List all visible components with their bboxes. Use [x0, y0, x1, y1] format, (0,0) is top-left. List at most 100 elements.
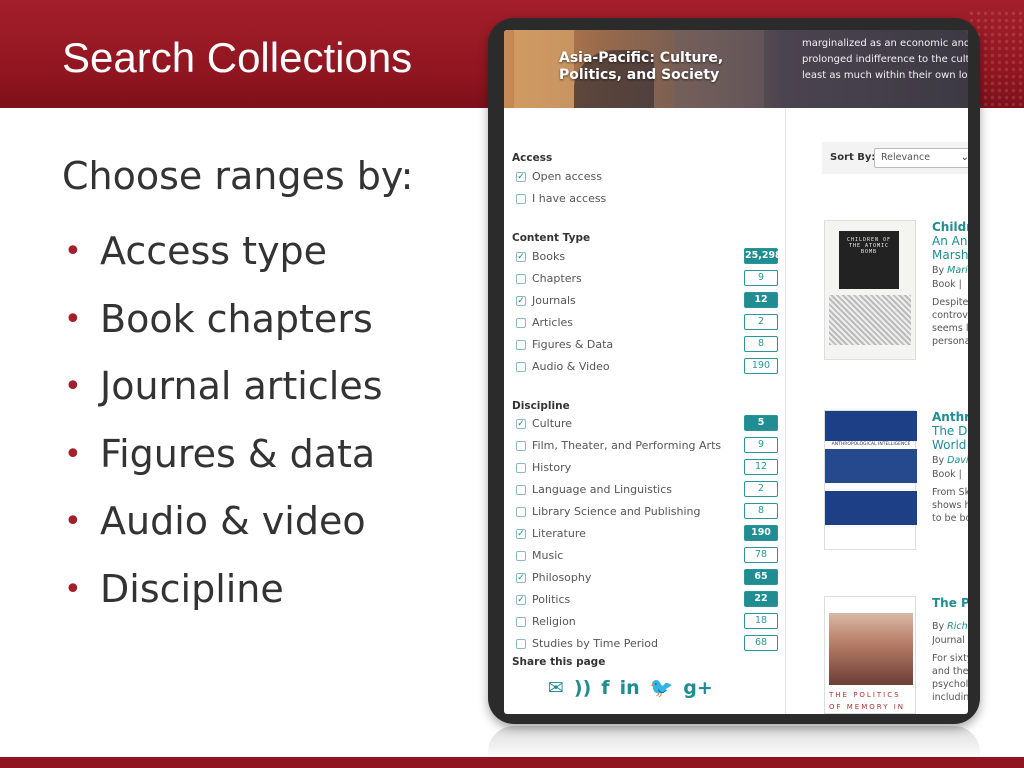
- checkbox[interactable]: [516, 485, 526, 495]
- facet-chapters[interactable]: Chapters 9: [516, 270, 778, 288]
- facet-count-badge: 5: [744, 415, 778, 431]
- facet-count-badge: 9: [744, 437, 778, 453]
- journal-cover[interactable]: THE POLITICS OF MEMORY IN: [824, 596, 916, 714]
- checkbox[interactable]: ✓: [516, 419, 526, 429]
- facet-heading-discipline: Discipline: [512, 400, 570, 412]
- facet-label: Figures & Data: [532, 338, 614, 351]
- bullet-dot-icon: •: [64, 571, 82, 607]
- checkbox[interactable]: [516, 340, 526, 350]
- facet-count-badge: 9: [744, 270, 778, 286]
- checkbox[interactable]: ✓: [516, 529, 526, 539]
- facet-count-badge: 12: [744, 459, 778, 475]
- linkedin-icon[interactable]: in: [620, 676, 640, 700]
- facet-heading-content-type: Content Type: [512, 232, 591, 244]
- bullet-dot-icon: •: [64, 504, 82, 540]
- result-item[interactable]: THE POLITICS OF MEMORY IN The Po By Rich…: [824, 596, 968, 714]
- facet-film-theater[interactable]: Film, Theater, and Performing Arts 9: [516, 437, 778, 455]
- facet-count-badge: 22: [744, 591, 778, 607]
- sort-select[interactable]: Relevance ⌄: [874, 148, 968, 168]
- result-item[interactable]: ANTHROPOLOGICAL INTELLIGENCE Anthro The …: [824, 410, 968, 560]
- checkbox[interactable]: [516, 441, 526, 451]
- result-title[interactable]: Anthro: [932, 410, 968, 424]
- facet-language[interactable]: Language and Linguistics 2: [516, 481, 778, 499]
- checkbox[interactable]: ✓: [516, 573, 526, 583]
- tablet-device: Asia-Pacific: Culture, Politics, and Soc…: [488, 18, 980, 724]
- twitter-icon[interactable]: 🐦: [650, 676, 674, 700]
- result-title[interactable]: The Po: [932, 596, 968, 610]
- checkbox[interactable]: [516, 617, 526, 627]
- book-cover[interactable]: ANTHROPOLOGICAL INTELLIGENCE: [824, 410, 917, 550]
- facet-count-badge: 8: [744, 336, 778, 352]
- bullets-heading: Choose ranges by:: [62, 154, 414, 198]
- bullet-item: • Discipline: [62, 556, 482, 624]
- checkbox[interactable]: [516, 194, 526, 204]
- bullet-item: • Figures & data: [62, 421, 482, 489]
- bullet-list: • Access type • Book chapters • Journal art…: [62, 218, 482, 624]
- author-link[interactable]: Mari: [947, 265, 968, 276]
- facet-count-badge: 8: [744, 503, 778, 519]
- facet-label: Philosophy: [532, 571, 592, 584]
- email-icon[interactable]: ✉: [548, 676, 564, 700]
- facet-count-badge: 2: [744, 314, 778, 330]
- facet-i-have-access[interactable]: I have access: [516, 190, 778, 208]
- google-plus-icon[interactable]: g+: [683, 676, 713, 700]
- chevron-down-icon: ⌄: [960, 152, 968, 163]
- facet-literature[interactable]: ✓ Literature 190: [516, 525, 778, 543]
- book-cover[interactable]: CHILDREN OF THE ATOMIC BOMB: [824, 220, 916, 360]
- facet-politics[interactable]: ✓ Politics 22: [516, 591, 778, 609]
- author-link[interactable]: David: [947, 455, 968, 466]
- facet-count-badge: 68: [744, 635, 778, 651]
- checkbox[interactable]: [516, 507, 526, 517]
- sort-label: Sort By:: [830, 152, 876, 163]
- facet-books[interactable]: ✓ Books 25,298: [516, 248, 782, 266]
- bullet-dot-icon: •: [64, 234, 82, 269]
- checkbox[interactable]: [516, 362, 526, 372]
- facet-label: Film, Theater, and Performing Arts: [532, 439, 722, 452]
- facet-journals[interactable]: ✓ Journals 12: [516, 292, 778, 310]
- facebook-icon[interactable]: f: [601, 676, 609, 700]
- bullet-dot-icon: •: [64, 369, 82, 405]
- facet-articles[interactable]: Articles 2: [516, 314, 778, 332]
- checkbox[interactable]: [516, 551, 526, 561]
- facet-music[interactable]: Music 78: [516, 547, 778, 565]
- checkbox[interactable]: ✓: [516, 172, 526, 182]
- sort-row: Sort By: Relevance ⌄: [824, 148, 968, 170]
- facet-figures-data[interactable]: Figures & Data 8: [516, 336, 778, 354]
- facet-philosophy[interactable]: ✓ Philosophy 65: [516, 569, 778, 587]
- checkbox[interactable]: ✓: [516, 595, 526, 605]
- checkbox[interactable]: [516, 639, 526, 649]
- facet-audio-video[interactable]: Audio & Video 190: [516, 358, 778, 376]
- checkbox[interactable]: ✓: [516, 296, 526, 306]
- checkbox[interactable]: ✓: [516, 252, 526, 262]
- collection-description: marginalized as an economic and mil prol…: [802, 38, 968, 81]
- rss-icon[interactable]: )): [574, 676, 591, 700]
- facet-label: I have access: [532, 192, 607, 205]
- share-icons: ✉ )) f in 🐦 g+: [548, 674, 713, 702]
- facet-label: Journals: [532, 294, 576, 307]
- facet-label: Open access: [532, 170, 602, 183]
- result-text: Childr An An Marsh By Mari Book | Despit…: [932, 220, 968, 348]
- author-link[interactable]: Riche: [947, 621, 968, 632]
- collection-title: Asia-Pacific: Culture, Politics, and Soc…: [559, 50, 724, 83]
- facet-religion[interactable]: Religion 18: [516, 613, 778, 631]
- facet-label: Chapters: [532, 272, 582, 285]
- facet-label: Studies by Time Period: [532, 637, 659, 650]
- checkbox[interactable]: [516, 463, 526, 473]
- facet-label: Language and Linguistics: [532, 483, 673, 496]
- facet-label: Culture: [532, 417, 573, 430]
- facet-count-badge: 2: [744, 481, 778, 497]
- facet-time-period[interactable]: Studies by Time Period 68: [516, 635, 778, 653]
- checkbox[interactable]: [516, 318, 526, 328]
- bullet-dot-icon: •: [64, 436, 82, 472]
- facet-label: Music: [532, 549, 564, 562]
- checkbox[interactable]: [516, 274, 526, 284]
- facet-history[interactable]: History 12: [516, 459, 778, 477]
- facet-count-badge: 18: [744, 613, 778, 629]
- facet-library-science[interactable]: Library Science and Publishing 8: [516, 503, 778, 521]
- result-item[interactable]: CHILDREN OF THE ATOMIC BOMB Childr An An…: [824, 220, 968, 370]
- facet-culture[interactable]: ✓ Culture 5: [516, 415, 778, 433]
- facet-heading-access: Access: [512, 152, 553, 164]
- bullet-block: Choose ranges by: • Access type • Book cha…: [62, 150, 482, 624]
- result-title[interactable]: Childr: [932, 220, 968, 234]
- facet-open-access[interactable]: ✓ Open access: [516, 168, 778, 186]
